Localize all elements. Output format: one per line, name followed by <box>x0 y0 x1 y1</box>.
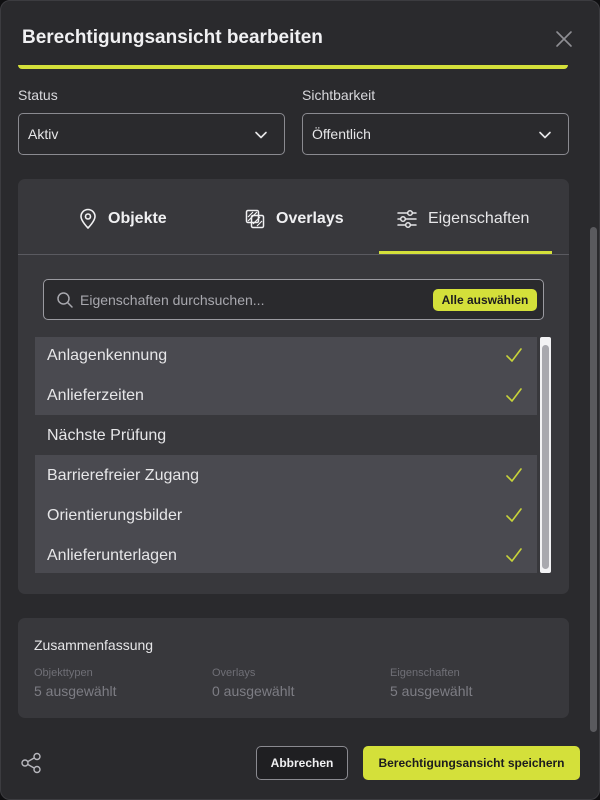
list-item[interactable]: Anlieferunterlagen <box>35 535 537 573</box>
summary-key: Eigenschaften <box>390 667 460 679</box>
close-icon <box>556 31 572 47</box>
tab-objects-label: Objekte <box>108 210 167 227</box>
dialog-scrollbar-thumb[interactable] <box>590 227 597 732</box>
list-item[interactable]: Anlieferzeiten <box>35 375 537 415</box>
property-search: Alle auswählen <box>43 279 544 320</box>
list-item-label: Orientierungsbilder <box>47 507 183 524</box>
list-item-label: Barrierefreier Zugang <box>47 467 200 484</box>
tab-objects[interactable]: Objekte <box>73 179 193 255</box>
map-pin-icon <box>80 208 96 229</box>
summary-object-types: Objekttypen 5 ausgewählt <box>34 667 117 699</box>
chevron-down-icon <box>255 131 267 139</box>
dialog-header: Berechtigungsansicht bearbeiten <box>1 1 599 73</box>
share-button[interactable] <box>20 752 42 774</box>
summary-title: Zusammenfassung <box>34 637 154 653</box>
tab-overlays[interactable]: Overlays <box>240 179 370 255</box>
list-item[interactable]: Nächste Prüfung <box>35 415 537 455</box>
visibility-value: Öffentlich <box>312 126 371 142</box>
list-item[interactable]: Barrierefreier Zugang <box>35 455 537 495</box>
tab-properties-label: Eigenschaften <box>428 210 530 227</box>
layers-icon <box>245 209 265 229</box>
tab-overlays-label: Overlays <box>276 210 344 227</box>
summary-key: Overlays <box>212 667 256 679</box>
status-value: Aktiv <box>28 126 59 142</box>
active-tab-indicator <box>379 251 552 254</box>
summary-properties: Eigenschaften 5 ausgewählt <box>390 667 473 699</box>
search-input[interactable] <box>80 290 420 310</box>
property-list: Anlagenkennung Anlieferzeiten Nächste Pr… <box>35 337 553 573</box>
edit-permission-view-dialog: Berechtigungsansicht bearbeiten Status A… <box>0 0 600 800</box>
check-icon <box>506 388 522 402</box>
check-icon <box>506 508 522 522</box>
save-button[interactable]: Berechtigungsansicht speichern <box>363 746 580 780</box>
visibility-label: Sichtbarkeit <box>302 87 376 103</box>
dialog-title: Berechtigungsansicht bearbeiten <box>22 27 323 48</box>
select-all-button[interactable]: Alle auswählen <box>433 289 537 311</box>
sliders-icon <box>397 209 417 229</box>
search-icon <box>57 292 73 308</box>
close-button[interactable] <box>553 28 575 50</box>
summary-value: 5 ausgewählt <box>34 683 117 699</box>
check-icon <box>506 548 522 562</box>
tab-bar: Objekte Overlays Eigenschaften <box>18 179 569 255</box>
summary-card: Zusammenfassung Objekttypen 5 ausgewählt… <box>18 618 569 718</box>
list-item-label: Anlieferunterlagen <box>47 547 177 564</box>
cancel-button[interactable]: Abbrechen <box>256 746 348 780</box>
list-item[interactable]: Orientierungsbilder <box>35 495 537 535</box>
tab-properties[interactable]: Eigenschaften <box>394 179 554 255</box>
list-item-label: Nächste Prüfung <box>47 427 167 444</box>
check-icon <box>506 348 522 362</box>
summary-key: Objekttypen <box>34 667 93 679</box>
list-scrollbar-thumb[interactable] <box>542 345 549 569</box>
summary-overlays: Overlays 0 ausgewählt <box>212 667 295 699</box>
list-item-label: Anlagenkennung <box>47 347 168 364</box>
chevron-down-icon <box>539 131 551 139</box>
status-label: Status <box>18 87 58 103</box>
selection-panel: Objekte Overlays Eigenschaften Eigenscha… <box>18 179 569 594</box>
status-select[interactable]: Aktiv <box>18 113 285 155</box>
accent-bar <box>18 65 568 69</box>
check-icon <box>506 468 522 482</box>
list-item[interactable]: Anlagenkennung <box>35 337 537 375</box>
summary-value: 0 ausgewählt <box>212 683 295 699</box>
visibility-select[interactable]: Öffentlich <box>302 113 569 155</box>
list-item-label: Anlieferzeiten <box>47 387 144 404</box>
share-icon <box>21 752 41 774</box>
summary-value: 5 ausgewählt <box>390 683 473 699</box>
